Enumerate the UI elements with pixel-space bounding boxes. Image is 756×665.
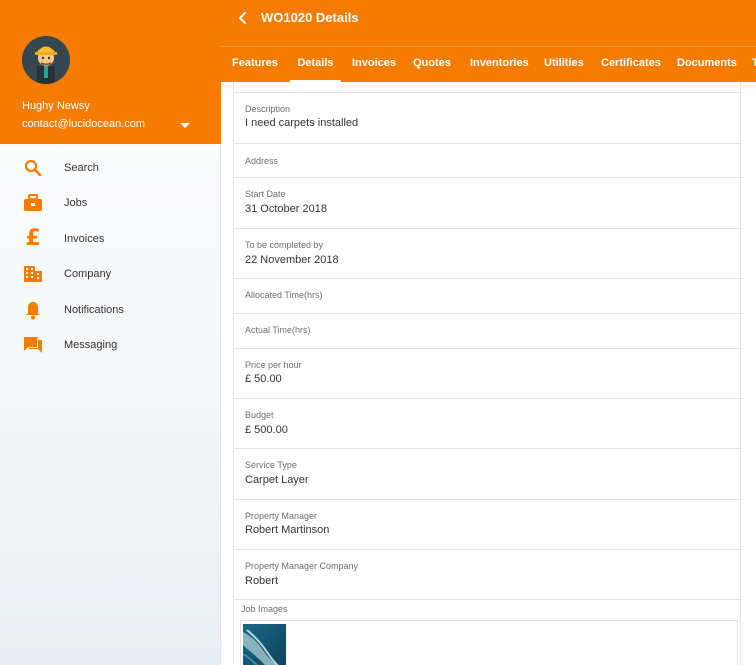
field-allocated-time: Allocated Time(hrs) <box>234 278 742 313</box>
field-label: Price per hour <box>245 360 302 370</box>
field-value: £ 500.00 <box>245 424 288 436</box>
avatar[interactable] <box>22 36 70 84</box>
job-images-label: Job Images <box>241 604 288 614</box>
pound-icon: £ <box>25 226 41 252</box>
field-service-type: Service Type Carpet Layer <box>234 448 742 499</box>
bell-icon <box>22 299 44 321</box>
field-label: Actual Time(hrs) <box>245 325 311 335</box>
tab-documents[interactable]: Documents <box>677 47 737 82</box>
field-label: Address <box>245 156 279 166</box>
field-value: Robert Martinson <box>245 524 330 536</box>
tab-quotes[interactable]: Quotes <box>413 47 451 82</box>
sidebar-item-notifications[interactable]: Notifications <box>0 292 221 328</box>
sidebar-item-label: Jobs <box>64 197 88 210</box>
tab-utilities[interactable]: Utilities <box>544 47 584 82</box>
sidebar-item-messaging[interactable]: Messaging <box>0 328 221 364</box>
field-label: Budget <box>245 410 274 420</box>
sidebar-item-company[interactable]: Company <box>0 257 221 293</box>
field-value: Robert <box>245 575 279 587</box>
job-image-thumbnail[interactable] <box>243 624 286 665</box>
worker-avatar-icon <box>22 36 70 84</box>
field-label: Property Manager <box>245 511 318 521</box>
field-label: To be completed by <box>245 240 324 250</box>
back-arrow-icon[interactable] <box>235 10 251 26</box>
search-icon <box>22 157 44 179</box>
sidebar-item-label: Notifications <box>64 303 124 316</box>
field-value: I need carpets installed <box>245 117 359 129</box>
field-label: Property Manager Company <box>245 561 359 571</box>
page-title: WO1020 Details <box>261 10 359 25</box>
field-property-manager-company: Property Manager Company Robert <box>234 549 742 600</box>
account-dropdown-icon[interactable] <box>180 123 190 128</box>
tab-bar: Features Details Invoices Quotes Invento… <box>221 47 756 82</box>
app-bar: WO1020 Details Features Details Invoices… <box>221 0 756 82</box>
field-start-date: Start Date 31 October 2018 <box>234 177 742 228</box>
field-actual-time: Actual Time(hrs) <box>234 313 742 348</box>
field-description: Description I need carpets installed <box>234 92 742 143</box>
chat-icon <box>22 334 44 356</box>
field-value: 31 October 2018 <box>245 203 327 215</box>
sidebar: Hughy Newsy contact@lucidocean.com Searc… <box>0 0 221 665</box>
field-address: Address <box>234 143 742 178</box>
tab-inventories[interactable]: Inventories <box>470 47 529 82</box>
tab-details[interactable]: Details <box>290 47 341 82</box>
ocean-photo-icon <box>243 624 286 665</box>
field-label: Allocated Time(hrs) <box>245 290 323 300</box>
job-images-gallery <box>240 620 738 665</box>
field-label: Start Date <box>245 189 286 199</box>
user-email: contact@lucidocean.com <box>22 118 146 130</box>
tab-features[interactable]: Features <box>232 47 278 82</box>
field-price-per-hour: Price per hour £ 50.00 <box>234 348 742 399</box>
tab-invoices[interactable]: Invoices <box>352 47 396 82</box>
briefcase-icon <box>22 192 44 214</box>
sidebar-item-jobs[interactable]: Jobs <box>0 186 221 222</box>
user-name: Hughy Newsy <box>22 100 90 112</box>
sidebar-item-label: Search <box>64 161 99 174</box>
profile-header: Hughy Newsy contact@lucidocean.com <box>0 0 221 144</box>
tab-certificates[interactable]: Certificates <box>601 47 661 82</box>
field-label: Description <box>245 104 291 114</box>
sidebar-item-label: Company <box>64 268 112 281</box>
sidebar-item-search[interactable]: Search <box>0 150 221 186</box>
field-complete-by: To be completed by 22 November 2018 <box>234 228 742 279</box>
sidebar-item-label: Invoices <box>64 232 105 245</box>
field-label: Service Type <box>245 460 297 470</box>
tab-more[interactable]: T <box>752 47 756 82</box>
field-value: 22 November 2018 <box>245 254 339 266</box>
field-property-manager: Property Manager Robert Martinson <box>234 499 742 550</box>
sidebar-item-invoices[interactable]: £ Invoices <box>0 221 221 257</box>
field-budget: Budget £ 500.00 <box>234 398 742 449</box>
details-panel: Description I need carpets installed Add… <box>221 82 756 665</box>
details-card: Description I need carpets installed Add… <box>233 82 742 665</box>
field-value: £ 50.00 <box>245 373 282 385</box>
building-icon <box>22 263 44 285</box>
field-value: Carpet Layer <box>245 474 309 486</box>
sidebar-item-label: Messaging <box>64 339 118 352</box>
